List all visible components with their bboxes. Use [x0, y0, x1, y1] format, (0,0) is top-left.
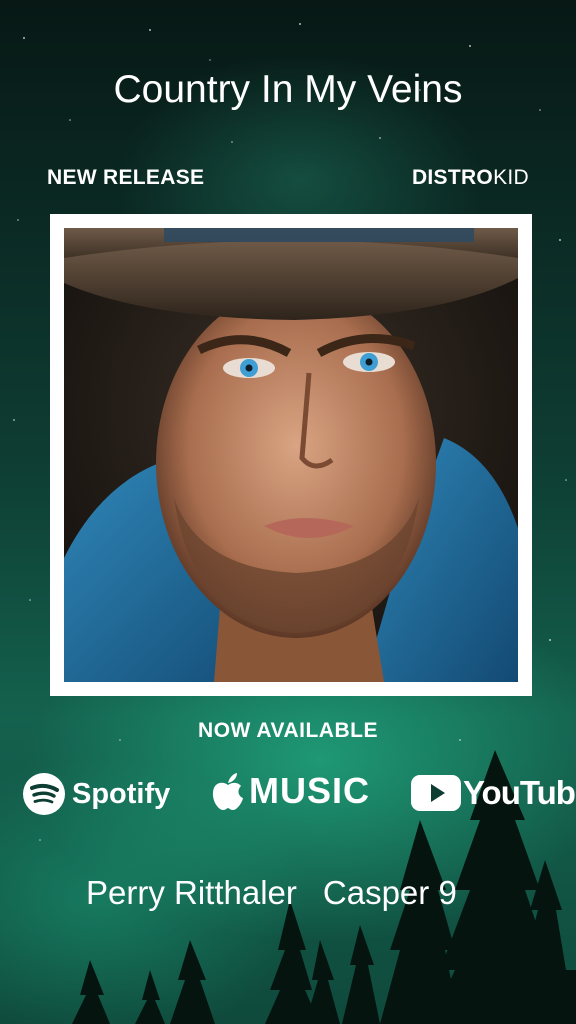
brand-light: KID [493, 166, 529, 189]
distrokid-logo: DISTROKID [412, 166, 529, 190]
spotify-link[interactable]: Spotify [22, 772, 170, 816]
youtube-link[interactable]: YouTube [411, 774, 576, 812]
artist-name: Perry Ritthaler [86, 874, 297, 911]
song-title: Country In My Veins [113, 68, 463, 111]
album-cover-art [64, 228, 518, 682]
now-available-label: NOW AVAILABLE [198, 719, 378, 742]
apple-music-link[interactable]: MUSIC [211, 770, 370, 812]
apple-music-label: MUSIC [249, 770, 370, 811]
artist-credits: Perry Ritthaler Casper 9 [86, 874, 457, 912]
streaming-platforms: Spotify MUSIC YouTube [0, 770, 576, 820]
artist-name: Casper 9 [322, 874, 457, 911]
youtube-play-icon [411, 775, 461, 811]
spotify-label: Spotify [72, 777, 171, 810]
album-cover-frame [50, 214, 532, 696]
youtube-label: YouTube [463, 774, 576, 811]
new-release-label: NEW RELEASE [47, 166, 205, 189]
brand-bold: DISTRO [411, 166, 494, 189]
apple-icon [212, 773, 243, 810]
spotify-icon [23, 773, 65, 815]
